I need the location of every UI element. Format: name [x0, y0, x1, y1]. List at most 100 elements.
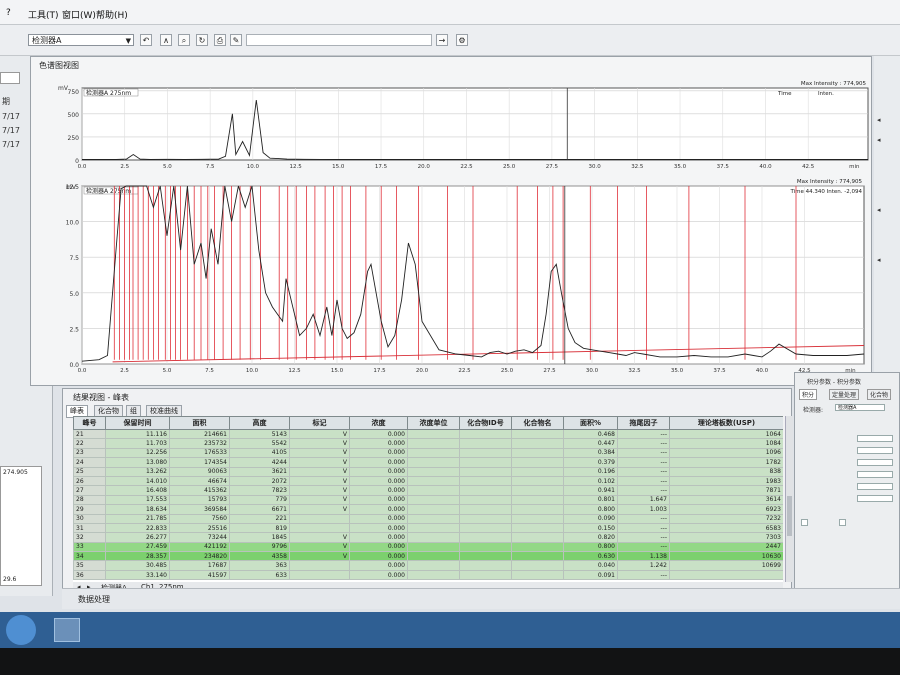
table-cell[interactable]: [511, 475, 564, 487]
table-cell[interactable]: [511, 569, 564, 581]
table-cell[interactable]: 1.242: [617, 560, 670, 571]
table-cell[interactable]: 1064: [669, 428, 783, 440]
table-cell[interactable]: ---: [617, 457, 670, 468]
table-row[interactable]: 27 16.408 415362 7823 V 0.000 0.941 --- 7871: [73, 485, 783, 496]
table-cell[interactable]: 0.000: [349, 522, 408, 534]
table-cell[interactable]: 12.256: [105, 447, 170, 459]
table-cell[interactable]: 23: [73, 447, 106, 459]
table-cell[interactable]: V: [289, 447, 350, 459]
table-cell[interactable]: [459, 532, 512, 543]
table-cell[interactable]: 7232: [669, 513, 783, 524]
table-cell[interactable]: [511, 541, 564, 553]
table-cell[interactable]: [511, 457, 564, 468]
table-cell[interactable]: 0.000: [349, 494, 408, 506]
table-cell[interactable]: [407, 522, 460, 534]
table-cell[interactable]: [407, 428, 460, 440]
table-cell[interactable]: 35: [73, 560, 106, 571]
table-cell[interactable]: ---: [617, 485, 670, 496]
table-cell[interactable]: [407, 494, 460, 506]
table-cell[interactable]: 30: [73, 513, 106, 524]
table-cell[interactable]: 28.357: [105, 551, 170, 562]
table-cell[interactable]: 4358: [229, 551, 290, 562]
table-cell[interactable]: 46674: [169, 475, 230, 487]
table-cell[interactable]: 0.630: [563, 551, 618, 562]
table-row[interactable]: 33 27.459 421192 9796 V 0.000 0.800 --- 2447: [73, 541, 783, 553]
table-cell[interactable]: V: [289, 466, 350, 477]
table-row[interactable]: 34 28.357 234820 4358 V 0.000 0.630 1.138 10630: [73, 551, 783, 562]
table-row[interactable]: 24 13.080 174354 4244 V 0.000 0.379 --- 1782: [73, 457, 783, 468]
table-cell[interactable]: 5143: [229, 428, 290, 440]
table-cell[interactable]: 17687: [169, 560, 230, 571]
table-cell[interactable]: [511, 522, 564, 534]
table-cell[interactable]: 33: [73, 541, 106, 553]
param-field[interactable]: [857, 435, 893, 442]
table-cell[interactable]: 369584: [169, 504, 230, 515]
col-area[interactable]: 面积: [169, 416, 230, 430]
param-field[interactable]: [857, 447, 893, 454]
table-cell[interactable]: [511, 438, 564, 449]
table-cell[interactable]: 7560: [169, 513, 230, 524]
table-cell[interactable]: 176533: [169, 447, 230, 459]
table-row[interactable]: 25 13.262 90063 3621 V 0.000 0.196 --- 838: [73, 466, 783, 477]
table-cell[interactable]: 3621: [229, 466, 290, 477]
table-cell[interactable]: 24: [73, 457, 106, 468]
table-cell[interactable]: 36: [73, 569, 106, 581]
table-cell[interactable]: 25516: [169, 522, 230, 534]
table-cell[interactable]: [289, 560, 350, 571]
col-mark[interactable]: 标记: [289, 416, 350, 430]
table-cell[interactable]: [459, 541, 512, 553]
table-cell[interactable]: 28: [73, 494, 106, 506]
table-cell[interactable]: 0.800: [563, 504, 618, 515]
table-cell[interactable]: V: [289, 485, 350, 496]
table-cell[interactable]: 16.408: [105, 485, 170, 496]
table-cell[interactable]: 0.384: [563, 447, 618, 459]
table-cell[interactable]: 4244: [229, 457, 290, 468]
table-cell[interactable]: [407, 475, 460, 487]
table-row[interactable]: 31 22.833 25516 819 0.000 0.150 --- 6583: [73, 522, 783, 534]
table-cell[interactable]: 29: [73, 504, 106, 515]
table-cell[interactable]: 2072: [229, 475, 290, 487]
table-cell[interactable]: [407, 569, 460, 581]
col-retention-time[interactable]: 保留时间: [105, 416, 170, 430]
menu-tools[interactable]: 工具(T): [28, 8, 59, 21]
table-cell[interactable]: ---: [617, 447, 670, 459]
table-cell[interactable]: [459, 569, 512, 581]
col-peak-number[interactable]: 峰号: [73, 416, 106, 430]
table-row[interactable]: 23 12.256 176533 4105 V 0.000 0.384 --- 1096: [73, 447, 783, 459]
table-cell[interactable]: [459, 485, 512, 496]
table-cell[interactable]: 0.000: [349, 551, 408, 562]
status-tab-data-processing[interactable]: 数据处理: [78, 594, 110, 605]
print-icon[interactable]: ⎙: [214, 34, 226, 46]
zoom-icon[interactable]: ⌕: [178, 34, 190, 46]
table-cell[interactable]: 21.785: [105, 513, 170, 524]
left-list-item[interactable]: 7/17: [2, 140, 20, 149]
table-cell[interactable]: 0.800: [563, 541, 618, 553]
right-arrow-icon[interactable]: ◂: [877, 206, 881, 214]
table-cell[interactable]: V: [289, 475, 350, 487]
params-detector-select[interactable]: 检测器A: [835, 404, 885, 411]
table-cell[interactable]: V: [289, 532, 350, 543]
table-cell[interactable]: 11.116: [105, 428, 170, 440]
col-concentration[interactable]: 浓度: [349, 416, 408, 430]
detector-select[interactable]: 检测器A ▼: [28, 34, 134, 46]
table-cell[interactable]: V: [289, 551, 350, 562]
options-icon[interactable]: ⚙: [456, 34, 468, 46]
table-cell[interactable]: 0.196: [563, 466, 618, 477]
table-cell[interactable]: 90063: [169, 466, 230, 477]
table-cell[interactable]: [407, 457, 460, 468]
table-cell[interactable]: ---: [617, 428, 670, 440]
table-cell[interactable]: [407, 438, 460, 449]
col-compound-name[interactable]: 化合物名: [511, 416, 564, 430]
table-row[interactable]: 22 11.703 235732 5542 V 0.000 0.447 --- 1084: [73, 438, 783, 449]
param-field[interactable]: [857, 471, 893, 478]
table-cell[interactable]: 235732: [169, 438, 230, 449]
menu-help[interactable]: 帮助(H): [96, 8, 128, 21]
table-cell[interactable]: 26: [73, 475, 106, 487]
params-tab-integration[interactable]: 积分: [799, 389, 818, 400]
table-cell[interactable]: 9796: [229, 541, 290, 553]
right-arrow-icon[interactable]: ◂: [877, 116, 881, 124]
table-cell[interactable]: V: [289, 504, 350, 515]
table-row[interactable]: 30 21.785 7560 221 0.000 0.090 --- 7232: [73, 513, 783, 524]
table-cell[interactable]: [511, 485, 564, 496]
table-cell[interactable]: [511, 494, 564, 506]
